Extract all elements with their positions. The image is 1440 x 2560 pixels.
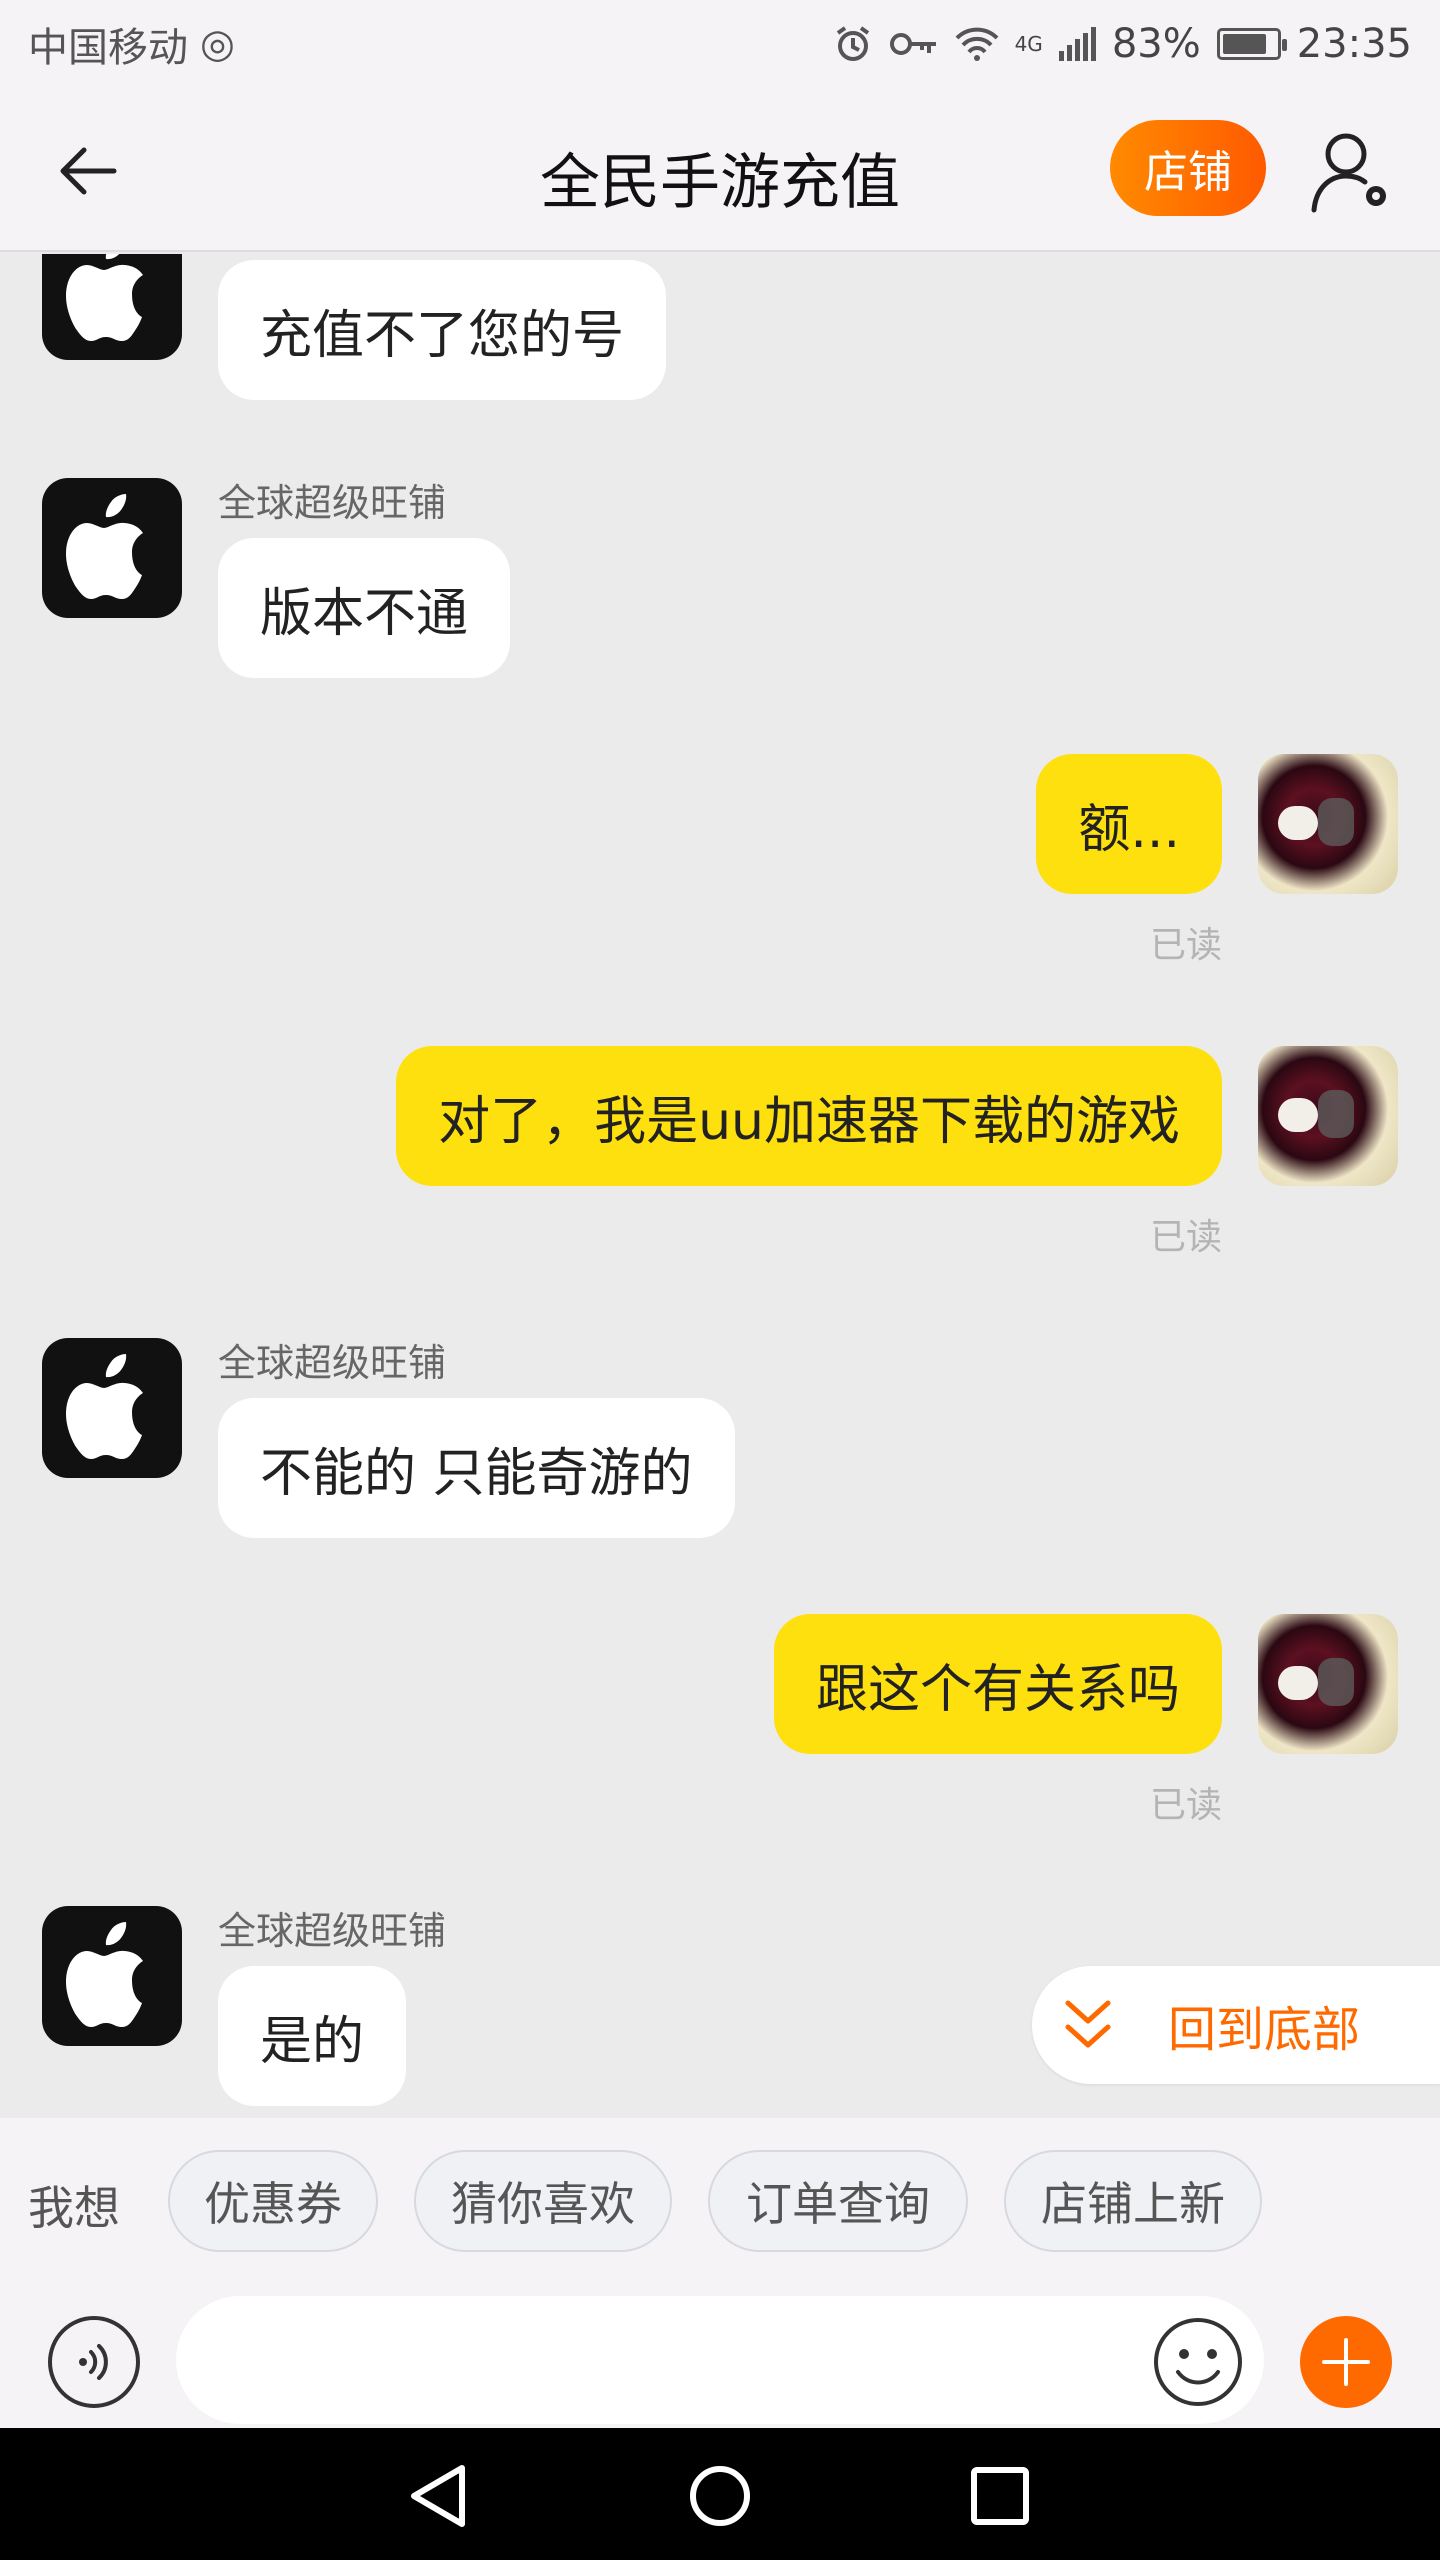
chip-recommendations[interactable]: 猜你喜欢 xyxy=(414,2150,672,2252)
user-avatar[interactable] xyxy=(1258,1614,1398,1754)
back-button[interactable] xyxy=(48,136,128,206)
plus-icon xyxy=(1322,2338,1370,2386)
clock: 23:35 xyxy=(1296,21,1412,67)
message-avatar[interactable] xyxy=(42,254,182,360)
key-icon xyxy=(889,33,936,55)
status-bar: 中国移动 ◎ 4G 83% 23:35 xyxy=(0,0,1440,88)
carrier-label: 中国移动 xyxy=(28,25,188,71)
apple-logo-icon xyxy=(66,494,143,599)
message-avatar[interactable] xyxy=(42,1906,182,2046)
sender-name: 全球超级旺铺 xyxy=(218,481,447,525)
arrow-left-icon xyxy=(60,147,117,195)
quick-reply-bar: 我想 优惠券 猜你喜欢 订单查询 店铺上新 xyxy=(0,2118,1440,2288)
battery-icon xyxy=(1216,28,1287,60)
apple-logo-icon xyxy=(66,1354,143,1459)
square-recents-icon xyxy=(971,2467,1029,2525)
shop-button[interactable]: 店铺 xyxy=(1110,120,1266,216)
more-button[interactable] xyxy=(1300,2316,1392,2408)
cellular-signal-icon xyxy=(1058,27,1096,61)
message-bubble[interactable]: 额... xyxy=(1036,754,1222,894)
battery-percent: 83% xyxy=(1111,21,1201,67)
nav-home-button[interactable] xyxy=(680,2456,760,2536)
chat-list[interactable]: 充值不了您的号 全球超级旺铺 版本不通 额... 已读 对了，我是uu加速器下载… xyxy=(0,254,1440,2118)
message-bubble[interactable]: 对了，我是uu加速器下载的游戏 xyxy=(396,1046,1222,1186)
quick-reply-prefix: 我想 xyxy=(28,2181,120,2235)
message-bubble[interactable]: 充值不了您的号 xyxy=(218,260,667,400)
triangle-back-icon xyxy=(411,2465,465,2527)
system-nav-bar xyxy=(0,2428,1440,2560)
read-receipt: 已读 xyxy=(1149,1217,1222,1258)
chip-order-lookup[interactable]: 订单查询 xyxy=(708,2150,968,2252)
sender-name: 全球超级旺铺 xyxy=(218,1341,447,1385)
alarm-icon xyxy=(836,26,869,61)
voice-icon xyxy=(79,2344,108,2380)
carrier-signal-icon: ◎ xyxy=(200,21,235,67)
input-bar xyxy=(0,2288,1440,2428)
message-bubble[interactable]: 不能的 只能奇游的 xyxy=(218,1398,735,1538)
user-avatar[interactable] xyxy=(1258,1046,1398,1186)
user-settings-button[interactable] xyxy=(1308,126,1398,216)
chip-new-arrivals[interactable]: 店铺上新 xyxy=(1004,2150,1262,2252)
message-bubble[interactable]: 版本不通 xyxy=(218,538,511,678)
wifi-icon xyxy=(955,27,999,61)
voice-button[interactable] xyxy=(48,2316,140,2408)
chip-coupons[interactable]: 优惠券 xyxy=(168,2150,378,2252)
read-receipt: 已读 xyxy=(1149,1785,1222,1826)
nav-recents-button[interactable] xyxy=(960,2456,1040,2536)
emoji-button[interactable] xyxy=(1152,2316,1244,2408)
double-chevron-down-icon xyxy=(1065,2000,1111,2048)
back-to-bottom-button[interactable]: 回到底部 xyxy=(1032,1966,1440,2084)
nav-back-button[interactable] xyxy=(400,2456,480,2536)
back-to-bottom-label: 回到底部 xyxy=(1168,2002,1361,2058)
apple-logo-icon xyxy=(66,1922,143,2027)
message-input[interactable] xyxy=(176,2296,1264,2424)
user-settings-icon xyxy=(1311,133,1386,213)
sender-name: 全球超级旺铺 xyxy=(218,1909,447,1953)
circle-home-icon xyxy=(690,2466,750,2526)
network-type: 4G xyxy=(1014,32,1043,56)
read-receipt: 已读 xyxy=(1149,925,1222,966)
smiley-icon xyxy=(1154,2318,1242,2406)
message-avatar[interactable] xyxy=(42,478,182,618)
message-bubble[interactable]: 是的 xyxy=(218,1966,407,2106)
user-avatar[interactable] xyxy=(1258,754,1398,894)
chat-header: 全民手游充值 店铺 xyxy=(0,88,1440,252)
message-avatar[interactable] xyxy=(42,1338,182,1478)
message-bubble[interactable]: 跟这个有关系吗 xyxy=(773,1614,1222,1754)
apple-logo-icon xyxy=(66,254,143,341)
